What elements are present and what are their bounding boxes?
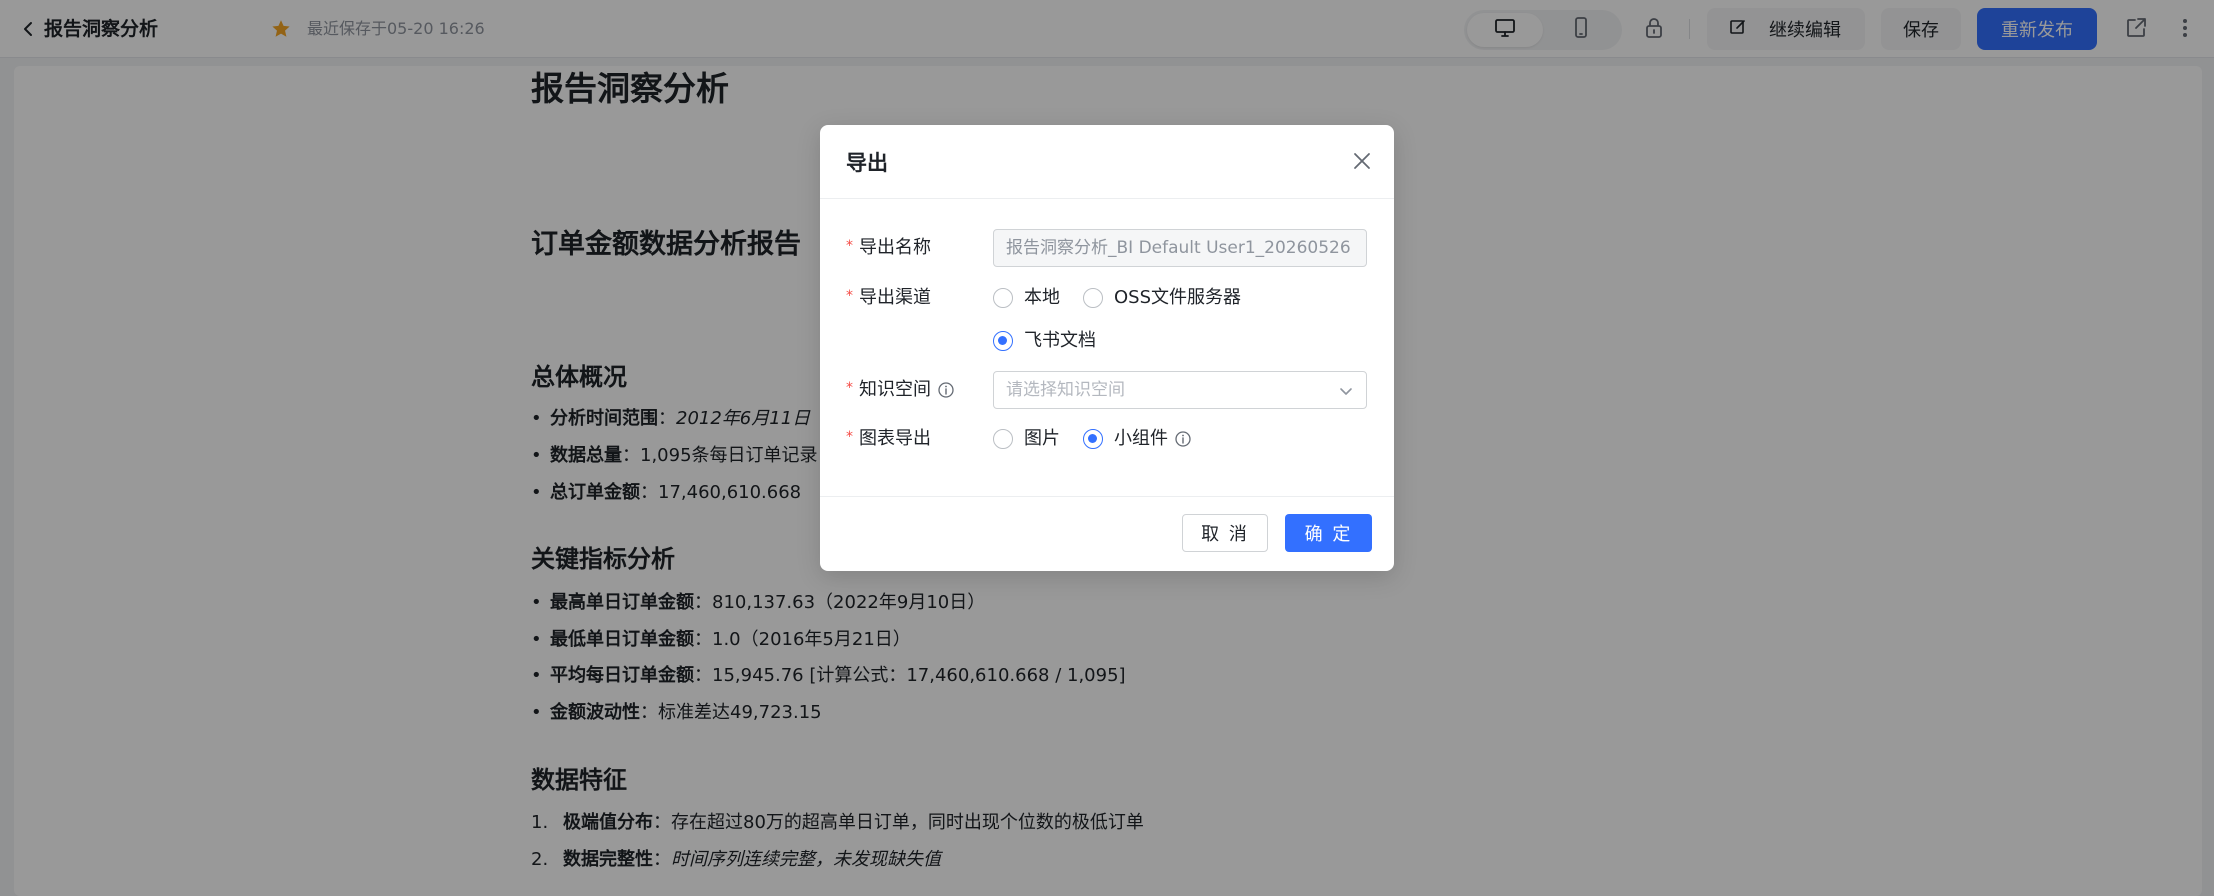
radio-circle [993,429,1013,449]
info-icon[interactable] [1174,430,1192,448]
chart-export-label: * 图表导出 [846,428,931,449]
export-channel-label: * 导出渠道 [846,287,931,308]
radio-channel-feishu[interactable]: 飞书文档 [993,329,1096,353]
radio-channel-oss[interactable]: OSS文件服务器 [1083,286,1241,310]
chevron-down-icon [1338,383,1354,399]
radio-channel-local[interactable]: 本地 [993,286,1060,310]
radio-chart-image[interactable]: 图片 [993,427,1060,451]
radio-chart-widget[interactable]: 小组件 [1083,427,1192,451]
confirm-button[interactable]: 确 定 [1285,514,1372,552]
cancel-button[interactable]: 取 消 [1182,514,1268,552]
radio-circle [1083,429,1103,449]
knowledge-space-select[interactable]: 请选择知识空间 [993,371,1367,409]
dialog-title: 导出 [846,151,888,175]
knowledge-space-label: * 知识空间 [846,378,955,402]
divider [820,496,1394,497]
divider [820,198,1394,199]
radio-circle [993,288,1013,308]
info-icon[interactable] [937,381,955,399]
export-dialog: 导出 * 导出名称 报告洞察分析_BI Default User1_2026052… [820,125,1394,571]
export-name-input[interactable]: 报告洞察分析_BI Default User1_20260526 [993,229,1367,267]
export-name-label: * 导出名称 [846,237,931,258]
radio-circle [993,331,1013,351]
radio-circle [1083,288,1103,308]
close-icon[interactable] [1350,149,1374,173]
